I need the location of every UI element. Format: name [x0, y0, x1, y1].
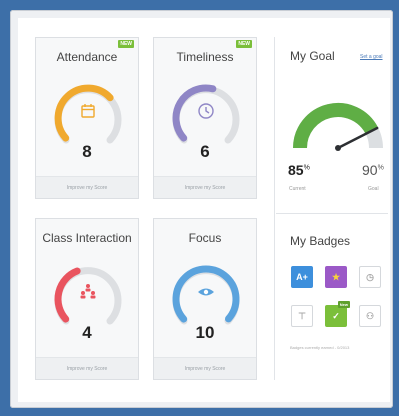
check-icon: ✓ — [332, 310, 340, 321]
goal-score: 90% — [362, 162, 384, 178]
gauge-fill — [54, 84, 114, 142]
star-badge[interactable]: ★ — [325, 266, 347, 288]
card-focus[interactable]: Focus 10 Improve my Score — [153, 218, 257, 380]
improve-score-link[interactable]: Improve my Score — [154, 357, 256, 379]
goal-title: My Goal — [290, 49, 335, 63]
badge-new-tag: New — [337, 301, 350, 308]
a-plus-badge[interactable]: A+ — [291, 266, 313, 288]
panel-divider — [274, 37, 275, 380]
improve-score-link[interactable]: Improve my Score — [36, 357, 138, 379]
goal-label: Goal — [368, 186, 379, 192]
card-title: Attendance — [56, 50, 118, 64]
card-title: Focus — [188, 231, 222, 245]
check-badge[interactable]: ✓ New — [325, 301, 350, 327]
card-title: Class Interaction — [42, 231, 132, 245]
section-divider — [276, 213, 388, 214]
card-class-interaction[interactable]: Class Interaction 4 Improve my Score — [35, 218, 139, 380]
focus-gauge — [172, 265, 240, 325]
clock-icon — [198, 103, 214, 119]
badges-note: Badges currently earned - 0/2013 — [290, 345, 350, 350]
improve-score-link[interactable]: Improve my Score — [36, 176, 138, 198]
card-title: Timeliness — [176, 50, 234, 64]
gauge-fill — [54, 267, 81, 323]
clock-badge[interactable]: ◷ — [359, 266, 381, 288]
goal-gauge-fill — [293, 103, 379, 149]
timeliness-gauge — [172, 84, 240, 144]
people-badge[interactable]: ⚇ — [359, 305, 381, 327]
card-attendance[interactable]: NEW Attendance 8 Improve my Score — [35, 37, 139, 199]
eye-icon — [198, 288, 214, 296]
class-interaction-gauge — [54, 267, 122, 325]
badges-title: My Badges — [290, 234, 351, 248]
new-tag: NEW — [236, 40, 252, 48]
card-value: 4 — [82, 323, 92, 342]
card-value: 8 — [82, 142, 92, 161]
needle-hub — [335, 145, 341, 151]
dashboard: NEW Attendance 8 Improve my Score NEW Ti… — [18, 18, 390, 402]
card-timeliness[interactable]: NEW Timeliness 6 Improve my Score — [153, 37, 257, 199]
trophy-badge[interactable]: ⊤ — [291, 305, 313, 327]
goal-gauge — [293, 103, 383, 151]
new-tag: NEW — [118, 40, 134, 48]
card-value: 10 — [195, 323, 215, 342]
improve-score-link[interactable]: Improve my Score — [154, 176, 256, 198]
people-icon — [80, 284, 96, 299]
set-goal-link[interactable]: Set a goal — [360, 54, 383, 60]
current-score: 85% — [288, 162, 310, 178]
attendance-gauge — [54, 84, 122, 144]
card-value: 6 — [200, 142, 210, 161]
current-label: Current — [289, 186, 306, 192]
calendar-icon — [81, 104, 95, 118]
